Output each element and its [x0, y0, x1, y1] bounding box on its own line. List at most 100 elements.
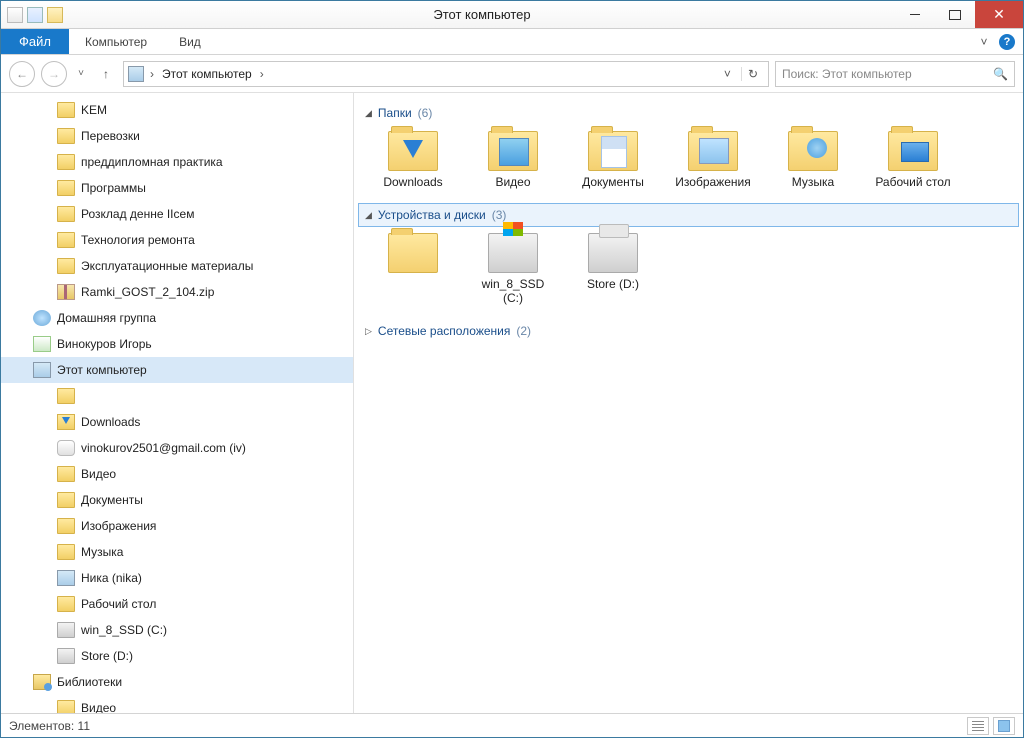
up-button[interactable]: ↑ [95, 63, 117, 85]
item-icon [488, 233, 538, 273]
search-box[interactable]: Поиск: Этот компьютер 🔍 [775, 61, 1015, 87]
tree-item[interactable]: Ramki_GOST_2_104.zip [1, 279, 353, 305]
content-item[interactable]: Документы [570, 131, 656, 189]
tree-item[interactable]: Downloads [1, 409, 353, 435]
tree-item[interactable]: Музыка [1, 539, 353, 565]
content-pane[interactable]: ◢ Папки (6) Downloads Видео Документы Изобр… [354, 93, 1023, 713]
item-label: Видео [495, 175, 530, 189]
navigation-pane[interactable]: KEM Перевозки преддипломная практикаПрогра… [1, 93, 353, 713]
tree-item[interactable] [1, 383, 353, 409]
breadcrumb-root[interactable]: Этот компьютер [160, 67, 254, 81]
item-icon [488, 131, 538, 171]
tree-item[interactable]: Домашняя группа [1, 305, 353, 331]
tree-item[interactable]: Ника (nika) [1, 565, 353, 591]
content-item[interactable]: Видео [470, 131, 556, 189]
window-title: Этот компьютер [69, 7, 895, 22]
tree-item[interactable]: Видео [1, 461, 353, 487]
title-bar: Этот компьютер ✕ [1, 1, 1023, 29]
content-item[interactable]: Изображения [670, 131, 756, 189]
tree-item[interactable]: Документы [1, 487, 353, 513]
forward-button[interactable]: → [41, 61, 67, 87]
tree-item[interactable]: Рабочий стол [1, 591, 353, 617]
pc-icon [33, 362, 51, 378]
tree-item[interactable]: Эксплуатационные материалы [1, 253, 353, 279]
breadcrumb-chevron-icon[interactable]: › [258, 67, 266, 81]
folder-icon [57, 102, 75, 118]
group-header-devices[interactable]: ◢ Устройства и диски (3) [358, 203, 1019, 227]
content-item[interactable]: Store (D:) [570, 233, 656, 305]
window-controls: ✕ [895, 1, 1023, 28]
ribbon-tab-strip: Файл Компьютер Вид ˅ ? [1, 29, 1023, 55]
close-button[interactable]: ✕ [975, 1, 1023, 28]
help-icon[interactable]: ? [999, 34, 1015, 50]
content-item[interactable]: Музыка [770, 131, 856, 189]
group-count: (3) [492, 208, 507, 222]
tree-item[interactable]: Винокуров Игорь [1, 331, 353, 357]
tree-item[interactable]: Библиотеки [1, 669, 353, 695]
breadcrumb-chevron-icon[interactable]: › [148, 67, 156, 81]
view-large-icons-button[interactable] [993, 717, 1015, 735]
address-history-button[interactable]: ˅ [718, 67, 737, 81]
tree-item[interactable]: Store (D:) [1, 643, 353, 669]
tree-item-label: Downloads [81, 415, 140, 429]
qat-newfolder-icon[interactable] [27, 7, 43, 23]
item-icon [788, 131, 838, 171]
item-label: Документы [582, 175, 644, 189]
tree-item-label: win_8_SSD (C:) [81, 623, 167, 637]
folder-icon [57, 492, 75, 508]
tree-item[interactable]: KEM [1, 97, 353, 123]
tree-item[interactable]: Видео [1, 695, 353, 713]
address-bar[interactable]: › Этот компьютер › ˅ ↻ [123, 61, 769, 87]
tree-item[interactable]: Этот компьютер [1, 357, 353, 383]
tree-item[interactable]: win_8_SSD (C:) [1, 617, 353, 643]
tree-item[interactable]: Розклад денне IIсем [1, 201, 353, 227]
pc-icon [57, 570, 75, 586]
recent-locations-button[interactable]: ˅ [73, 66, 89, 82]
content-item[interactable]: win_8_SSD (C:) [470, 233, 556, 305]
ribbon-tab-computer[interactable]: Компьютер [69, 29, 163, 54]
ribbon-tab-view[interactable]: Вид [163, 29, 217, 54]
tree-item-label: Видео [81, 467, 116, 481]
tree-item[interactable]: Перевозки [1, 123, 353, 149]
minimize-button[interactable] [895, 1, 935, 28]
ribbon-collapse-icon[interactable]: ˅ [973, 29, 995, 54]
tree-item-label: Этот компьютер [57, 363, 147, 377]
group-header-network[interactable]: ▷ Сетевые расположения (2) [358, 319, 1019, 343]
item-icon [388, 233, 438, 273]
maximize-button[interactable] [935, 1, 975, 28]
group-header-folders[interactable]: ◢ Папки (6) [358, 101, 1019, 125]
tree-item[interactable]: Изображения [1, 513, 353, 539]
tree-item-label: Перевозки [81, 129, 140, 143]
refresh-button[interactable]: ↻ [741, 67, 764, 81]
zip-icon [57, 284, 75, 300]
item-icon [888, 131, 938, 171]
tree-item-label: Рабочий стол [81, 597, 156, 611]
tree-item-label: Домашняя группа [57, 311, 156, 325]
expand-icon: ▷ [365, 326, 372, 337]
tree-item-label: Ника (nika) [81, 571, 142, 585]
drive-icon [57, 622, 75, 638]
tree-item[interactable]: vinokurov2501@gmail.com (iv) [1, 435, 353, 461]
tree-item-label: Изображения [81, 519, 156, 533]
devices-row: win_8_SSD (C:)Store (D:) [358, 227, 1019, 319]
tree-item[interactable]: Технология ремонта [1, 227, 353, 253]
qat-open-icon[interactable] [47, 7, 63, 23]
qat-properties-icon[interactable] [7, 7, 23, 23]
file-tab[interactable]: Файл [1, 29, 69, 54]
explorer-window: Этот компьютер ✕ Файл Компьютер Вид ˅ ? … [0, 0, 1024, 738]
tree-item[interactable]: преддипломная практика [1, 149, 353, 175]
folder-icon [57, 466, 75, 482]
back-button[interactable]: ← [9, 61, 35, 87]
explorer-body: KEM Перевозки преддипломная практикаПрогра… [1, 93, 1023, 713]
content-item[interactable]: Рабочий стол [870, 131, 956, 189]
item-label: Изображения [675, 175, 750, 189]
cloud-icon [57, 440, 75, 456]
folder-icon [57, 180, 75, 196]
group-title: Папки [378, 106, 412, 120]
tree-item[interactable]: Программы [1, 175, 353, 201]
group-icon [33, 310, 51, 326]
lib-icon [33, 674, 51, 690]
view-details-button[interactable] [967, 717, 989, 735]
content-item[interactable] [370, 233, 456, 305]
content-item[interactable]: Downloads [370, 131, 456, 189]
